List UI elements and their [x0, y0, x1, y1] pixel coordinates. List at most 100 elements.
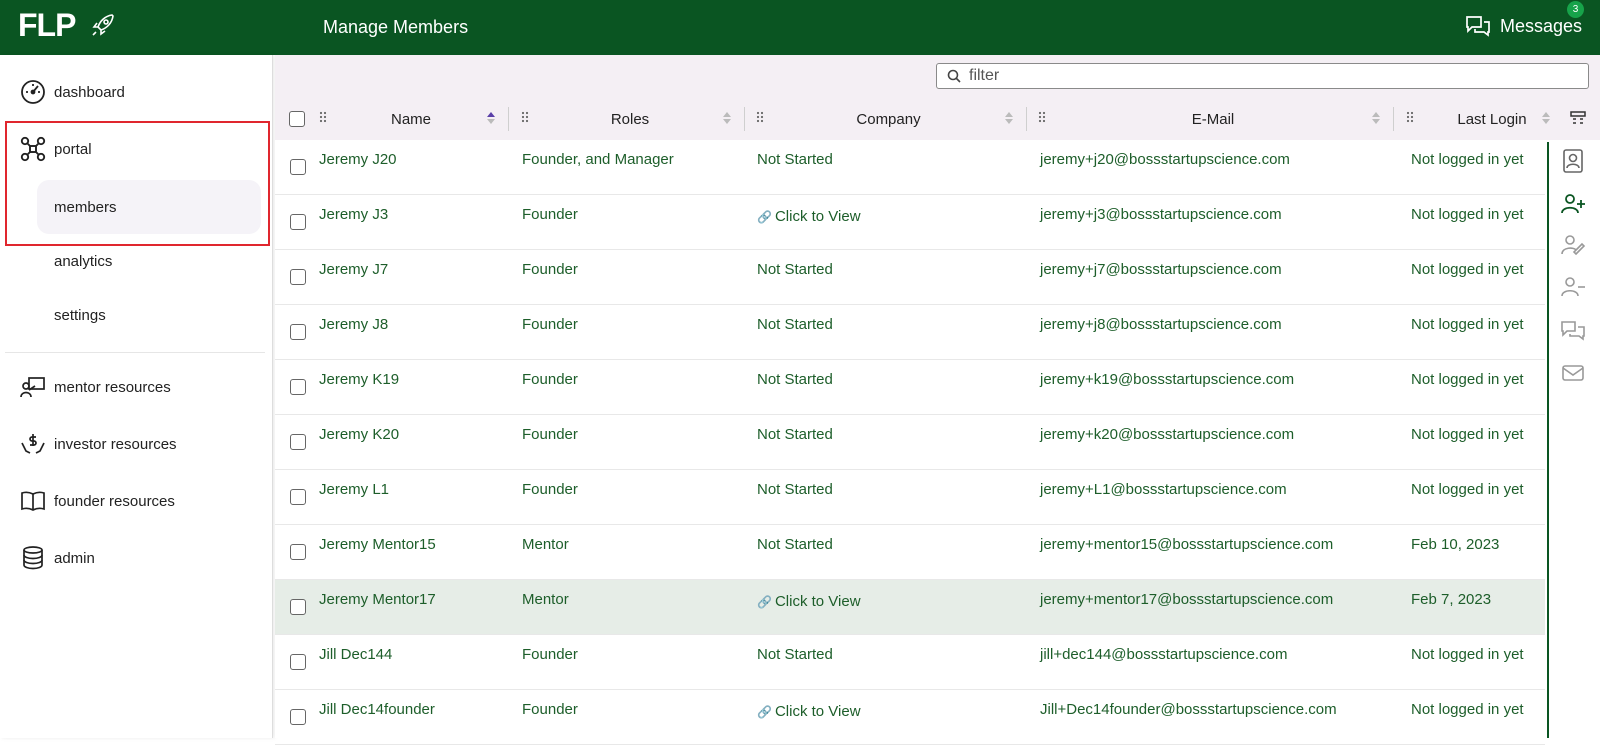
select-all-checkbox[interactable]	[289, 111, 305, 127]
name-cell: Jeremy J8	[319, 316, 389, 333]
sort-icon[interactable]	[1542, 111, 1550, 125]
name-cell: Jeremy K19	[319, 371, 400, 388]
last-login-cell: Not logged in yet	[1411, 316, 1524, 333]
right-action-icons	[1547, 142, 1600, 612]
column-separator[interactable]	[508, 107, 509, 131]
last-login-cell: Not logged in yet	[1411, 701, 1524, 718]
row-checkbox[interactable]	[290, 434, 306, 450]
column-label: Name	[390, 111, 431, 128]
row-checkbox[interactable]	[290, 654, 306, 670]
company-link[interactable]: Click to View	[775, 703, 861, 720]
sidebar-item-members[interactable]: members	[0, 187, 273, 227]
mentor-board-icon	[20, 374, 46, 400]
column-label: E-Mail	[1191, 111, 1235, 128]
sidebar-item-portal[interactable]: portal	[0, 129, 273, 169]
column-separator[interactable]	[1393, 107, 1394, 131]
sidebar-item-founder-resources[interactable]: founder resources	[0, 481, 273, 521]
sidebar-divider	[5, 352, 265, 353]
company-cell[interactable]: 🔗 Click to View	[757, 208, 861, 225]
row-checkbox[interactable]	[290, 324, 306, 340]
sidebar-item-admin[interactable]: admin	[0, 538, 273, 578]
mail-icon[interactable]	[1559, 359, 1587, 387]
company-cell: Not Started	[757, 261, 833, 278]
column-separator[interactable]	[1026, 107, 1027, 131]
row-checkbox[interactable]	[290, 489, 306, 505]
sort-ascending-icon[interactable]	[487, 111, 495, 125]
portal-drone-icon	[20, 136, 46, 162]
table-row[interactable]: Jeremy L1 Founder Not Started jeremy+L1@bos…	[275, 470, 1545, 525]
chat-icon[interactable]	[1559, 317, 1587, 345]
table-row[interactable]: Jeremy K19 Founder Not Started jeremy+k19@b…	[275, 360, 1545, 415]
database-icon	[20, 545, 46, 571]
table-row[interactable]: Jeremy Mentor15 Mentor Not Started jeremy+m…	[275, 525, 1545, 580]
column-header-email[interactable]: E-Mail	[1038, 99, 1388, 140]
remove-user-icon[interactable]	[1559, 273, 1587, 301]
table-row[interactable]: Jeremy J8 Founder Not Started jeremy+j8@bos…	[275, 305, 1545, 360]
sidebar-item-mentor-resources[interactable]: mentor resources	[0, 367, 273, 407]
column-header-roles[interactable]: Roles	[521, 99, 739, 140]
roles-cell: Founder, and Manager	[522, 151, 674, 168]
company-cell: Not Started	[757, 316, 833, 333]
column-settings-icon[interactable]	[1570, 111, 1586, 125]
column-header-name[interactable]: Name	[319, 99, 503, 140]
name-cell: Jeremy L1	[319, 481, 390, 498]
column-label: Roles	[610, 111, 650, 128]
sidebar-item-settings[interactable]: settings	[0, 295, 273, 335]
sort-icon[interactable]	[1005, 111, 1013, 125]
investor-hands-icon	[20, 431, 46, 457]
edit-user-icon[interactable]	[1559, 231, 1587, 259]
company-link[interactable]: Click to View	[775, 593, 861, 610]
link-icon: 🔗	[757, 595, 772, 609]
company-cell: Not Started	[757, 151, 833, 168]
table-row[interactable]: Jeremy J7 Founder Not Started jeremy+j7@bos…	[275, 250, 1545, 305]
column-separator[interactable]	[744, 107, 745, 131]
row-checkbox[interactable]	[290, 159, 306, 175]
dashboard-gauge-icon	[20, 79, 46, 105]
company-cell[interactable]: 🔗 Click to View	[757, 703, 861, 720]
last-login-cell: Not logged in yet	[1411, 261, 1524, 278]
filter-field[interactable]	[936, 63, 1589, 89]
sort-icon[interactable]	[1372, 111, 1380, 125]
add-user-icon[interactable]	[1559, 190, 1587, 218]
sidebar-item-analytics[interactable]: analytics	[0, 241, 273, 281]
last-login-cell: Not logged in yet	[1411, 206, 1524, 223]
roles-cell: Mentor	[522, 536, 569, 553]
table-row[interactable]: Jeremy J3 Founder 🔗 Click to View jeremy+j3@…	[275, 195, 1545, 250]
sidebar-item-dashboard[interactable]: dashboard	[0, 72, 273, 112]
sort-icon[interactable]	[723, 111, 731, 125]
link-icon: 🔗	[757, 210, 772, 224]
contact-card-icon[interactable]	[1559, 147, 1587, 175]
column-header-last-login[interactable]: Last Login	[1406, 99, 1558, 140]
name-cell: Jeremy Mentor17	[319, 591, 436, 608]
messages-button[interactable]: Messages 3	[1464, 1, 1584, 38]
table-row[interactable]: Jeremy K20 Founder Not Started jeremy+k20@b…	[275, 415, 1545, 470]
messages-count-badge: 3	[1567, 1, 1584, 18]
last-login-cell: Not logged in yet	[1411, 426, 1524, 443]
roles-cell: Founder	[522, 206, 578, 223]
column-label: Company	[856, 111, 921, 128]
row-checkbox[interactable]	[290, 599, 306, 615]
drag-handle-icon[interactable]	[1406, 111, 1416, 125]
roles-cell: Founder	[522, 371, 578, 388]
column-header-company[interactable]: Company	[756, 99, 1021, 140]
row-checkbox[interactable]	[290, 544, 306, 560]
name-cell: Jill Dec144	[319, 646, 393, 663]
app-logo[interactable]: FLP	[18, 7, 76, 44]
sidebar-item-label: analytics	[54, 252, 113, 270]
rocket-icon	[92, 14, 114, 36]
last-login-cell: Not logged in yet	[1411, 151, 1524, 168]
sidebar-item-investor-resources[interactable]: investor resources	[0, 424, 273, 464]
book-icon	[20, 488, 46, 514]
email-cell: jeremy+j3@bossstartupscience.com	[1040, 206, 1282, 223]
row-checkbox[interactable]	[290, 709, 306, 725]
table-row[interactable]: Jeremy J20 Founder, and Manager Not Starte…	[275, 140, 1545, 195]
row-checkbox[interactable]	[290, 269, 306, 285]
filter-input[interactable]	[969, 67, 1569, 85]
company-link[interactable]: Click to View	[775, 208, 861, 225]
row-checkbox[interactable]	[290, 214, 306, 230]
table-row[interactable]: Jeremy Mentor17 Mentor 🔗 Click to View jerem…	[275, 580, 1545, 635]
table-row[interactable]: Jill Dec14founder Founder 🔗 Click to View Ji…	[275, 690, 1545, 745]
company-cell[interactable]: 🔗 Click to View	[757, 593, 861, 610]
row-checkbox[interactable]	[290, 379, 306, 395]
table-row[interactable]: Jill Dec144 Founder Not Started jill+dec144…	[275, 635, 1545, 690]
